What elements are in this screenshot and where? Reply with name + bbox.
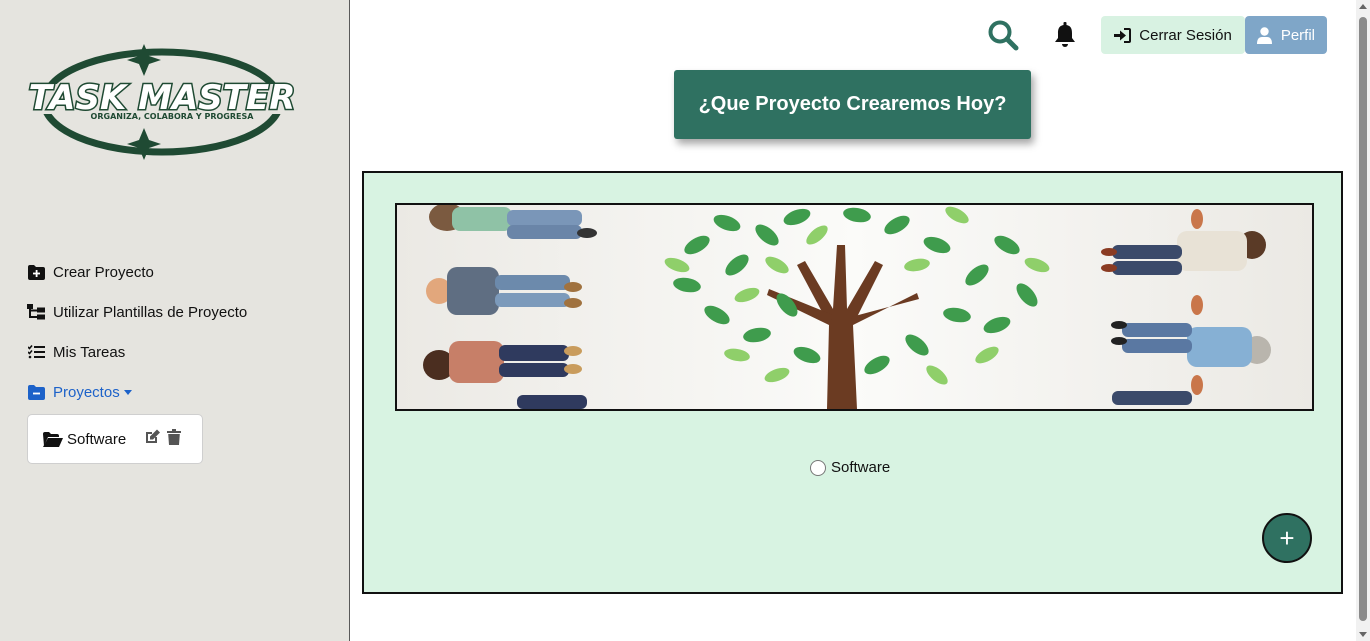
folder-open-icon bbox=[43, 431, 63, 447]
sidebar-item-mis-tareas[interactable]: Mis Tareas bbox=[27, 332, 247, 372]
sidebar-item-label: Proyectos bbox=[53, 383, 120, 401]
sidebar-item-plantillas[interactable]: Utilizar Plantillas de Proyecto bbox=[27, 292, 247, 332]
profile-button[interactable]: Perfil bbox=[1244, 16, 1327, 54]
profile-label: Perfil bbox=[1280, 26, 1315, 44]
project-panel: Software + bbox=[362, 171, 1343, 594]
folder-minus-icon bbox=[27, 383, 45, 401]
sidebar-item-label: Crear Proyecto bbox=[53, 263, 154, 281]
project-option-label: Software bbox=[831, 459, 891, 476]
sign-in-icon bbox=[1114, 27, 1132, 43]
sitemap-icon bbox=[27, 303, 45, 321]
project-name: Software bbox=[67, 430, 127, 448]
edit-icon[interactable] bbox=[144, 429, 161, 449]
scroll-down-arrow-icon[interactable] bbox=[1359, 632, 1367, 637]
scroll-up-arrow-icon[interactable] bbox=[1359, 4, 1367, 9]
project-item-software[interactable]: Software bbox=[27, 414, 203, 464]
trash-icon[interactable] bbox=[167, 429, 182, 449]
top-bar: Cerrar Sesión Perfil bbox=[983, 16, 1327, 54]
banner-image bbox=[395, 203, 1314, 411]
logout-button[interactable]: Cerrar Sesión bbox=[1101, 16, 1245, 54]
project-option-software[interactable]: Software bbox=[810, 459, 890, 476]
task-master-logo[interactable]: TASK MASTER ORGANIZA, COLABORA Y PROGRES… bbox=[22, 42, 302, 162]
sidebar-nav: Crear Proyecto Utilizar Plantillas de Pr… bbox=[27, 252, 247, 412]
sidebar-item-crear-proyecto[interactable]: Crear Proyecto bbox=[27, 252, 247, 292]
search-icon[interactable] bbox=[983, 16, 1023, 54]
svg-text:ORGANIZA, COLABORA Y PROGRESA: ORGANIZA, COLABORA Y PROGRESA bbox=[91, 112, 255, 121]
logout-label: Cerrar Sesión bbox=[1139, 26, 1232, 44]
add-project-button[interactable]: + bbox=[1262, 513, 1312, 563]
page-title: ¿Que Proyecto Crearemos Hoy? bbox=[674, 70, 1031, 139]
scrollbar[interactable] bbox=[1356, 0, 1370, 641]
bell-icon[interactable] bbox=[1045, 16, 1085, 54]
radio-button[interactable] bbox=[810, 459, 826, 476]
sidebar-item-label: Mis Tareas bbox=[53, 343, 126, 361]
scroll-thumb[interactable] bbox=[1359, 17, 1367, 621]
folder-plus-icon bbox=[27, 263, 45, 281]
list-check-icon bbox=[27, 343, 45, 361]
sidebar-item-label: Utilizar Plantillas de Proyecto bbox=[53, 303, 248, 321]
sidebar: TASK MASTER ORGANIZA, COLABORA Y PROGRES… bbox=[0, 0, 350, 641]
sidebar-item-proyectos[interactable]: Proyectos bbox=[27, 372, 247, 412]
user-icon bbox=[1256, 26, 1272, 44]
caret-down-icon bbox=[123, 389, 132, 395]
